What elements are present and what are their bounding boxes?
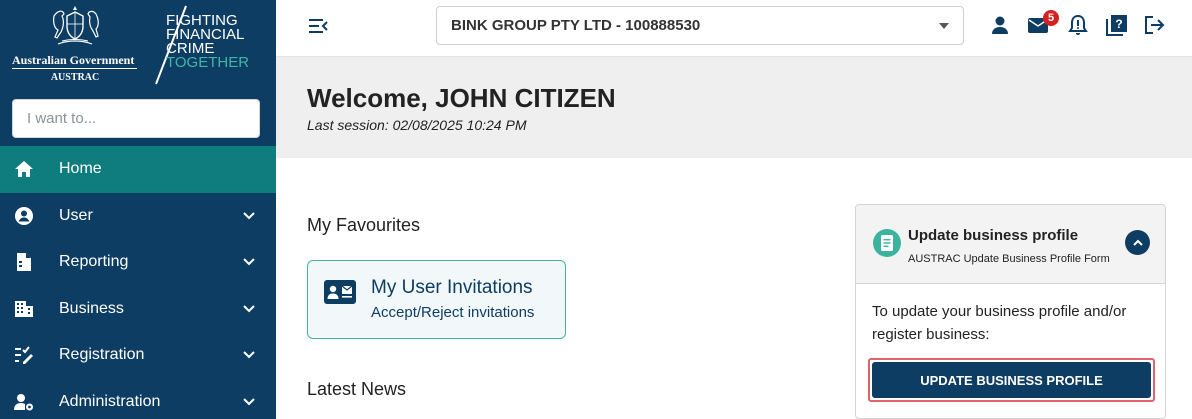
- user-circle-icon: [14, 206, 34, 226]
- update-business-profile-button[interactable]: UPDATE BUSINESS PROFILE: [872, 362, 1151, 398]
- home-icon: [14, 159, 34, 179]
- brand-divider: [12, 68, 137, 69]
- favourite-card-user-invitations[interactable]: My User Invitations Accept/Reject invita…: [307, 260, 566, 339]
- panel-description: To update your business profile and/or r…: [872, 303, 1127, 343]
- svg-text:?: ?: [1115, 17, 1122, 31]
- update-business-profile-panel: Update business profile AUSTRAC Update B…: [855, 204, 1166, 419]
- welcome-banner: Welcome, JOHN CITIZEN Last session: 02/0…: [276, 57, 1192, 158]
- file-icon: [14, 252, 34, 272]
- sidebar-item-registration[interactable]: Registration: [0, 332, 276, 379]
- checklist-icon: [14, 345, 34, 365]
- logout-icon[interactable]: [1143, 14, 1165, 36]
- sidebar-item-label: Administration: [59, 392, 161, 410]
- favourite-card-subtitle: Accept/Reject invitations: [371, 304, 535, 321]
- welcome-heading: Welcome, JOHN CITIZEN: [307, 83, 616, 113]
- sidebar-item-label: Business: [59, 299, 124, 317]
- panel-subtitle: AUSTRAC Update Business Profile Form: [908, 253, 1110, 265]
- sidebar-item-user[interactable]: User: [0, 193, 276, 240]
- favourite-card-title: My User Invitations: [371, 277, 533, 298]
- collapse-panel-button[interactable]: [1125, 230, 1150, 255]
- help-book-icon[interactable]: ?: [1106, 14, 1128, 36]
- user-icon[interactable]: [989, 14, 1011, 36]
- building-icon: [14, 299, 34, 319]
- sidebar-item-label: Reporting: [59, 253, 129, 271]
- sidebar-item-administration[interactable]: Administration: [0, 379, 276, 419]
- bell-icon[interactable]: [1067, 14, 1089, 36]
- menu-collapse-icon[interactable]: [307, 15, 329, 37]
- latest-news-heading: Latest News: [307, 379, 407, 399]
- sidebar-nav: Home User Reporting Business Registratio…: [0, 146, 276, 419]
- last-session-text: Last session: 02/08/2025 10:24 PM: [307, 117, 527, 133]
- agency-name: AUSTRAC: [50, 72, 100, 83]
- id-card-icon: [324, 280, 356, 304]
- tagline-line-4: TOGETHER: [166, 54, 250, 71]
- chevron-up-icon: [1132, 239, 1143, 246]
- sidebar-item-label: User: [59, 206, 93, 224]
- document-icon: [873, 229, 901, 257]
- search-input[interactable]: [12, 99, 260, 138]
- panel-title: Update business profile: [908, 227, 1079, 244]
- top-bar: BINK GROUP PTY LTD - 100888530 5 ?: [276, 0, 1192, 57]
- chevron-down-icon: [243, 212, 255, 220]
- organisation-select-value: BINK GROUP PTY LTD - 100888530: [451, 17, 701, 34]
- sidebar-item-label: Home: [59, 160, 102, 178]
- sidebar-item-reporting[interactable]: Reporting: [0, 239, 276, 286]
- sidebar: Australian Government AUSTRAC FIGHTING F…: [0, 0, 276, 419]
- favourites-heading: My Favourites: [307, 215, 421, 235]
- tagline: FIGHTING FINANCIAL CRIME TOGETHER: [166, 13, 250, 71]
- panel-header: Update business profile AUSTRAC Update B…: [856, 205, 1165, 284]
- chevron-down-icon: [243, 398, 255, 406]
- government-name: Australian Government: [12, 53, 135, 67]
- sidebar-item-business[interactable]: Business: [0, 286, 276, 333]
- coat-of-arms-icon: [53, 6, 99, 45]
- mail-count-badge: 5: [1043, 10, 1059, 26]
- sidebar-item-label: Registration: [59, 346, 145, 364]
- chevron-down-icon: [243, 351, 255, 359]
- chevron-down-icon: [243, 305, 255, 313]
- sidebar-item-home[interactable]: Home: [0, 146, 276, 193]
- brand-logo[interactable]: Australian Government AUSTRAC FIGHTING F…: [0, 0, 276, 90]
- organisation-select[interactable]: BINK GROUP PTY LTD - 100888530: [436, 6, 964, 45]
- user-gear-icon: [14, 392, 34, 412]
- chevron-down-icon: [243, 258, 255, 266]
- caret-down-icon: [939, 23, 949, 29]
